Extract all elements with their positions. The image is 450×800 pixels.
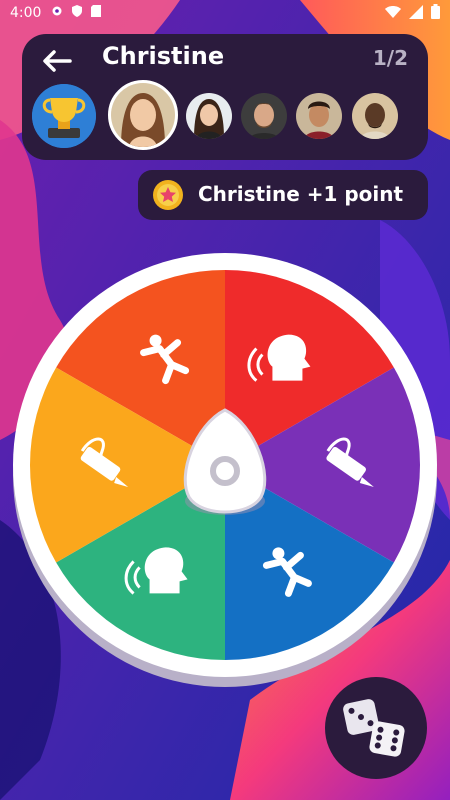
avatar-man-dark[interactable] xyxy=(352,93,398,139)
player-avatar-list xyxy=(108,80,420,152)
signal-icon xyxy=(409,4,423,19)
avatar-christine-image xyxy=(111,83,175,147)
status-time: 4:00 xyxy=(10,5,42,21)
battery-icon xyxy=(431,4,440,19)
avatar-christine[interactable] xyxy=(108,80,178,150)
avatar-man-dark-image xyxy=(352,93,398,139)
sd-card-icon xyxy=(91,5,101,17)
roll-dice-button[interactable] xyxy=(325,677,427,779)
player-header: Christine 1/2 xyxy=(22,34,428,160)
wifi-icon xyxy=(385,5,401,18)
avatar-woman[interactable] xyxy=(186,93,232,139)
status-bar: 4:00 xyxy=(0,0,450,28)
play-protect-icon xyxy=(72,5,82,17)
avatar-man-beard-image xyxy=(241,93,287,139)
round-counter: 1/2 xyxy=(372,46,408,70)
avatar-woman-image xyxy=(186,93,232,139)
avatar-man-smiling-image xyxy=(296,93,342,139)
score-text: Christine +1 point xyxy=(198,182,404,206)
leaderboard-button[interactable] xyxy=(32,84,96,148)
current-player-name: Christine xyxy=(102,42,225,70)
star-coin-icon xyxy=(153,180,183,210)
gear-icon xyxy=(52,6,62,16)
spin-wheel[interactable] xyxy=(10,250,440,690)
dice-icon xyxy=(343,699,405,757)
avatar-man-beard[interactable] xyxy=(241,93,287,139)
avatar-man-smiling[interactable] xyxy=(296,93,342,139)
trophy-icon xyxy=(32,84,96,148)
score-notification: Christine +1 point xyxy=(138,170,428,220)
back-arrow-icon[interactable] xyxy=(40,44,74,78)
